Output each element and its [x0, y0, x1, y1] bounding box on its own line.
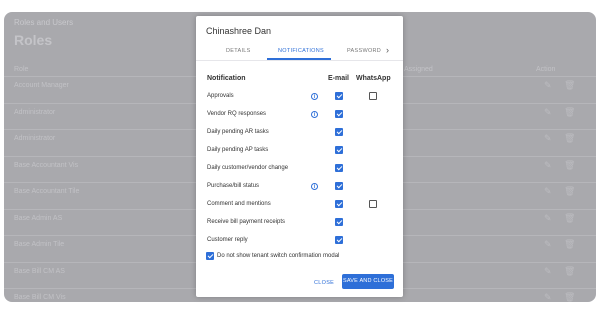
notification-label: Customer reply: [207, 237, 248, 243]
edit-icon[interactable]: ✎: [544, 292, 552, 302]
email-checkbox[interactable]: [335, 236, 343, 244]
notification-label: Daily pending AR tasks: [207, 129, 269, 135]
column-action: Action: [536, 66, 556, 73]
trash-icon[interactable]: 🗑: [564, 107, 575, 118]
email-checkbox[interactable]: [335, 128, 343, 136]
role-name: Base Accountant Tile: [14, 188, 80, 195]
tab-details[interactable]: DETAILS: [226, 48, 251, 54]
modal-title: Chinashree Dan: [206, 26, 272, 36]
tab-password[interactable]: PASSWORD: [347, 48, 381, 54]
trash-icon[interactable]: 🗑: [564, 160, 575, 171]
role-name: Administrator: [14, 108, 56, 116]
edit-icon[interactable]: ✎: [544, 133, 552, 144]
dont-show-checkbox[interactable]: [206, 252, 214, 260]
info-icon[interactable]: i: [311, 111, 318, 118]
column-whatsapp: WhatsApp: [356, 75, 391, 82]
whatsapp-checkbox[interactable]: [369, 200, 377, 208]
email-checkbox[interactable]: [335, 146, 343, 154]
edit-icon[interactable]: ✎: [544, 186, 552, 197]
role-name: Account Manager: [14, 82, 69, 89]
edit-icon[interactable]: ✎: [544, 266, 552, 277]
email-checkbox[interactable]: [335, 92, 343, 100]
notification-label: Comment and mentions: [207, 201, 271, 207]
info-icon[interactable]: i: [311, 93, 318, 100]
edit-icon[interactable]: ✎: [544, 213, 552, 224]
active-tab-indicator: [267, 58, 331, 60]
edit-icon[interactable]: ✎: [544, 80, 552, 91]
user-modal: Chinashree Dan DETAILS NOTIFICATIONS PAS…: [196, 16, 403, 297]
save-and-close-button[interactable]: SAVE AND CLOSE: [342, 274, 394, 289]
trash-icon[interactable]: 🗑: [564, 292, 575, 302]
dont-show-label: Do not show tenant switch confirmation m…: [217, 253, 340, 259]
trash-icon[interactable]: 🗑: [564, 239, 575, 250]
trash-icon[interactable]: 🗑: [564, 133, 575, 144]
column-assigned: Assigned: [404, 66, 433, 73]
edit-icon[interactable]: ✎: [544, 239, 552, 250]
email-checkbox[interactable]: [335, 200, 343, 208]
info-icon[interactable]: i: [311, 183, 318, 190]
tab-bar: DETAILS NOTIFICATIONS PASSWORD ›: [196, 45, 403, 61]
email-checkbox[interactable]: [335, 164, 343, 172]
close-button[interactable]: CLOSE: [314, 280, 334, 286]
email-checkbox[interactable]: [335, 182, 343, 190]
role-name: Administrator: [14, 135, 56, 142]
role-name: Base Bill CM Vis: [14, 294, 66, 301]
role-name: Base Admin Tile: [14, 241, 65, 248]
notification-label: Approvals: [207, 93, 234, 99]
role-name: Base Admin AS: [14, 214, 63, 222]
notification-label: Daily pending AP tasks: [207, 147, 269, 153]
column-role: Role: [14, 66, 29, 73]
email-checkbox[interactable]: [335, 110, 343, 118]
role-name: Base Bill CM AS: [14, 267, 65, 275]
chevron-right-icon[interactable]: ›: [386, 45, 389, 55]
notification-label: Daily customer/vendor change: [207, 165, 289, 171]
trash-icon[interactable]: 🗑: [564, 186, 575, 197]
edit-icon[interactable]: ✎: [544, 160, 552, 171]
column-notification: Notification: [207, 75, 246, 82]
notification-label: Receive bill payment receipts: [207, 219, 286, 225]
role-name: Base Accountant Vis: [14, 161, 79, 169]
notification-label: Purchase/bill status: [207, 183, 260, 189]
trash-icon[interactable]: 🗑: [564, 213, 575, 224]
edit-icon[interactable]: ✎: [544, 107, 552, 118]
tab-notifications[interactable]: NOTIFICATIONS: [278, 48, 324, 54]
breadcrumb: Roles and Users: [14, 18, 74, 27]
trash-icon[interactable]: 🗑: [564, 266, 575, 277]
trash-icon[interactable]: 🗑: [564, 80, 575, 91]
email-checkbox[interactable]: [335, 218, 343, 226]
notification-label: Vendor RQ responses: [207, 111, 267, 117]
column-email: E-mail: [328, 75, 350, 82]
page-title: Roles: [14, 32, 53, 48]
whatsapp-checkbox[interactable]: [369, 92, 377, 100]
